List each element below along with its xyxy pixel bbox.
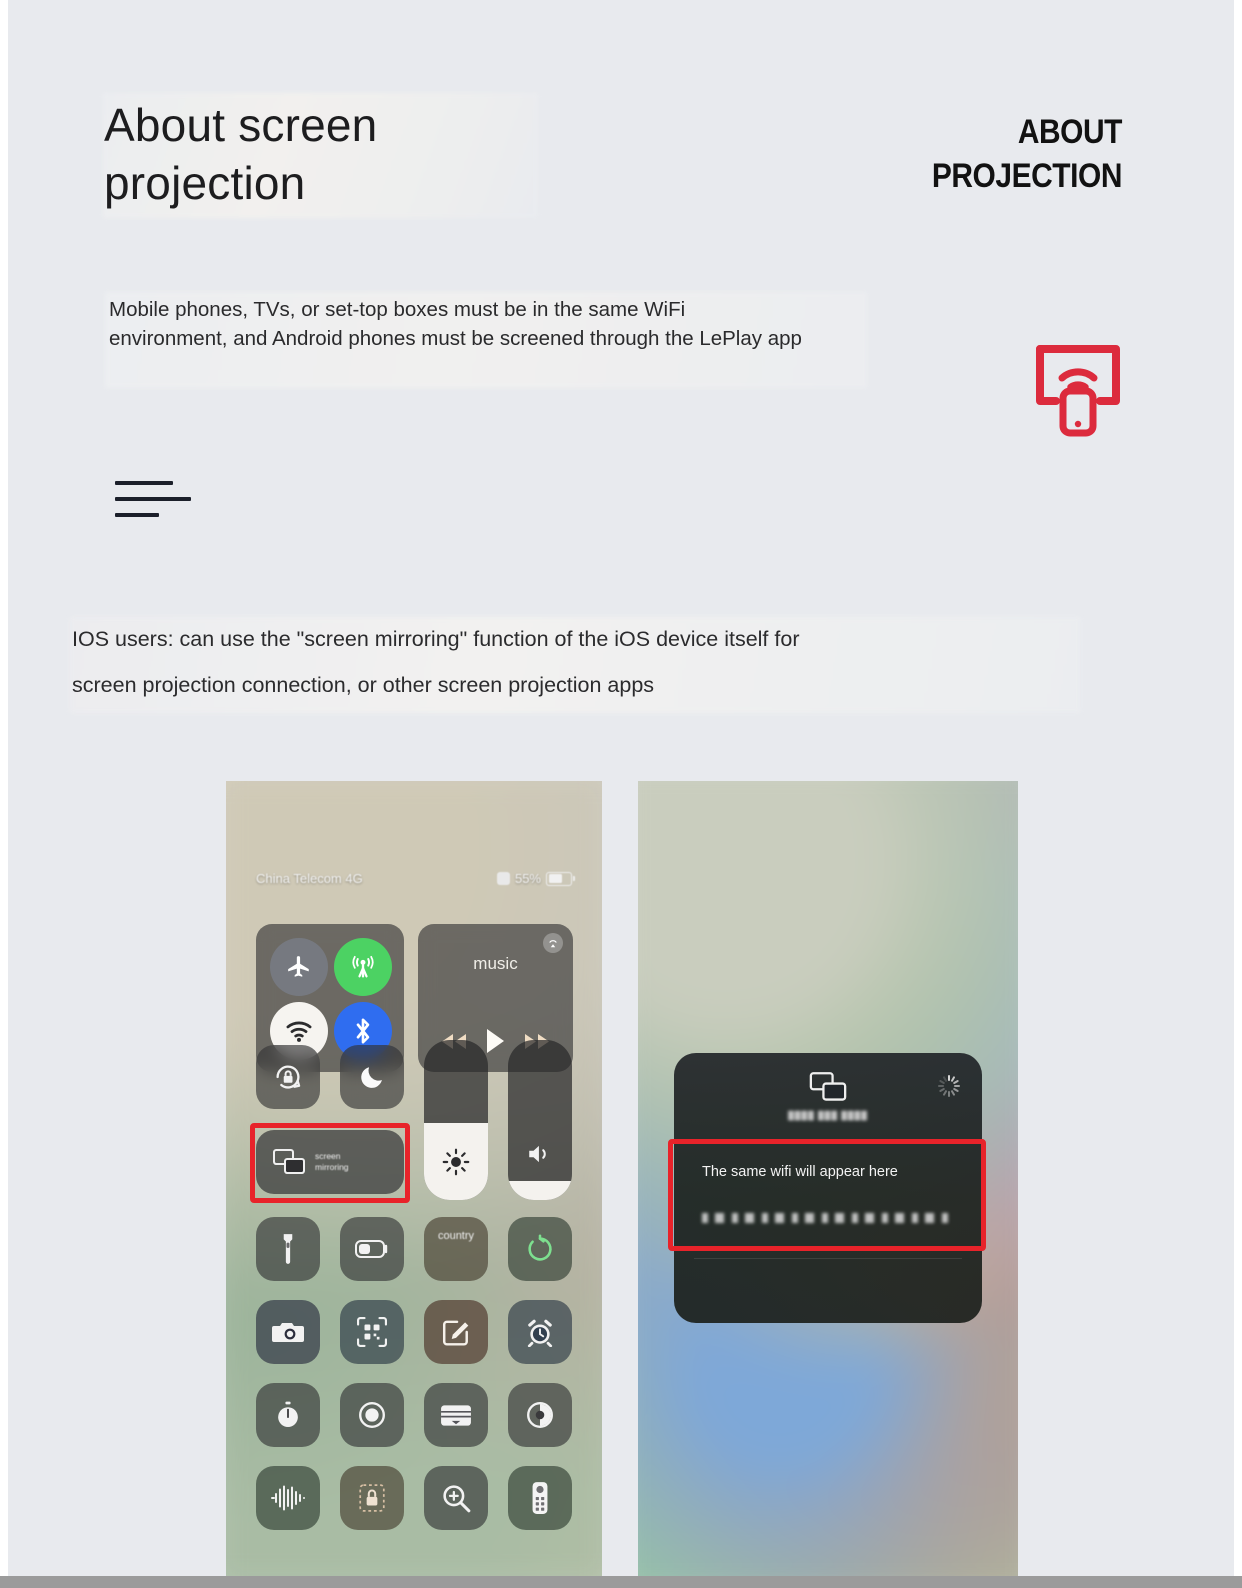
rotation-lock-toggle[interactable] [256, 1045, 320, 1109]
carrier-label: China Telecom 4G [256, 871, 363, 886]
note-pencil-icon [442, 1320, 469, 1346]
battery-percent-label: 55% [514, 871, 541, 886]
screen-cast-icon [1032, 339, 1124, 439]
country-button[interactable]: country [424, 1217, 488, 1281]
alarm-clock-icon [527, 1319, 553, 1347]
timer-button[interactable] [508, 1217, 572, 1281]
volume-icon [529, 1145, 546, 1163]
ios-note-paragraph: IOS users: can use the "screen mirroring… [72, 627, 800, 697]
volume-slider[interactable] [508, 1040, 572, 1200]
apple-tv-remote-button[interactable] [508, 1466, 572, 1530]
timer-icon [528, 1234, 552, 1261]
camera-icon [272, 1323, 304, 1342]
record-circle-icon [359, 1402, 385, 1428]
country-label: country [437, 1230, 475, 1242]
bluetooth-icon [356, 1018, 370, 1044]
screen-mirroring-label: screen mirroring [315, 1151, 349, 1172]
wifi-icon [286, 1021, 312, 1042]
wallet-icon [441, 1405, 471, 1426]
screen-mirroring-icon [273, 1149, 305, 1174]
airplane-icon [288, 956, 309, 977]
media-title: music [473, 954, 518, 973]
status-bar: China Telecom 4G 55% [226, 871, 602, 886]
qr-code-icon [357, 1317, 387, 1347]
lock-icon [359, 1484, 385, 1512]
three-line-divider [115, 481, 191, 517]
magnifier-button[interactable] [424, 1466, 488, 1530]
battery-icon [355, 1240, 388, 1258]
divider-line-2 [115, 497, 191, 501]
wallet-button[interactable] [424, 1383, 488, 1447]
cellular-antenna-icon [352, 955, 374, 978]
divider-line-1 [115, 481, 173, 485]
rotation-lock-icon [276, 1065, 301, 1089]
hearing-button[interactable] [256, 1466, 320, 1530]
qr-scanner-button[interactable] [340, 1300, 404, 1364]
stopwatch-button[interactable] [256, 1383, 320, 1447]
dark-mode-button[interactable] [508, 1383, 572, 1447]
ios-control-center-screenshot: China Telecom 4G 55% music screen mirror… [226, 781, 602, 1576]
page-title: About screen projection [104, 99, 378, 209]
notes-button[interactable] [424, 1300, 488, 1364]
battery-icon [546, 871, 575, 886]
sound-wave-icon [271, 1485, 305, 1511]
panel-subtitle-blurred: ████ ███ ████ [788, 1111, 868, 1120]
panel-divider [694, 1258, 962, 1259]
airplane-mode-toggle[interactable] [270, 938, 328, 996]
divider-line-3 [115, 513, 159, 517]
flashlight-button[interactable] [256, 1217, 320, 1281]
camera-button[interactable] [256, 1300, 320, 1364]
page-kicker: ABOUT PROJECTION [931, 113, 1123, 195]
screen-mirroring-device-list-screenshot: ████ ███ ████ The same wifi will appear … [638, 781, 1018, 1576]
screen-mirroring-icon [809, 1072, 847, 1101]
low-power-mode-button[interactable] [340, 1217, 404, 1281]
control-center: China Telecom 4G 55% music screen mirror… [226, 781, 602, 1576]
screen-record-button[interactable] [340, 1383, 404, 1447]
bottom-scroll-bar [0, 1576, 1242, 1588]
brightness-slider[interactable] [424, 1040, 488, 1200]
wifi-callout-label: The same wifi will appear here [702, 1164, 898, 1180]
alarm-clock-icon [496, 872, 510, 885]
screen-mirroring-panel: ████ ███ ████ The same wifi will appear … [674, 1053, 982, 1323]
remote-control-icon [532, 1482, 548, 1514]
screen-mirroring-button[interactable]: screen mirroring [256, 1130, 404, 1194]
wifi-callout-row[interactable]: The same wifi will appear here [680, 1146, 976, 1198]
control-center-icon-grid: country [256, 1217, 572, 1530]
moon-icon [361, 1067, 382, 1088]
page-root: About screen projection ABOUT PROJECTION… [8, 0, 1234, 1576]
cellular-data-toggle[interactable] [334, 938, 392, 996]
flashlight-icon [283, 1234, 293, 1264]
intro-paragraph: Mobile phones, TVs, or set-top boxes mus… [109, 298, 802, 350]
airplay-icon[interactable] [543, 933, 563, 953]
panel-header: ████ ███ ████ [674, 1053, 982, 1141]
alarm-button[interactable] [508, 1300, 572, 1364]
play-icon[interactable] [484, 1028, 506, 1054]
brightness-icon [442, 1148, 470, 1175]
do-not-disturb-toggle[interactable] [340, 1045, 404, 1109]
loading-spinner-icon [938, 1075, 960, 1097]
blurred-device-row [702, 1213, 952, 1223]
contrast-circle-icon [527, 1402, 553, 1428]
guided-access-button[interactable] [340, 1466, 404, 1530]
magnifier-plus-icon [443, 1485, 471, 1513]
stopwatch-icon [278, 1401, 298, 1427]
